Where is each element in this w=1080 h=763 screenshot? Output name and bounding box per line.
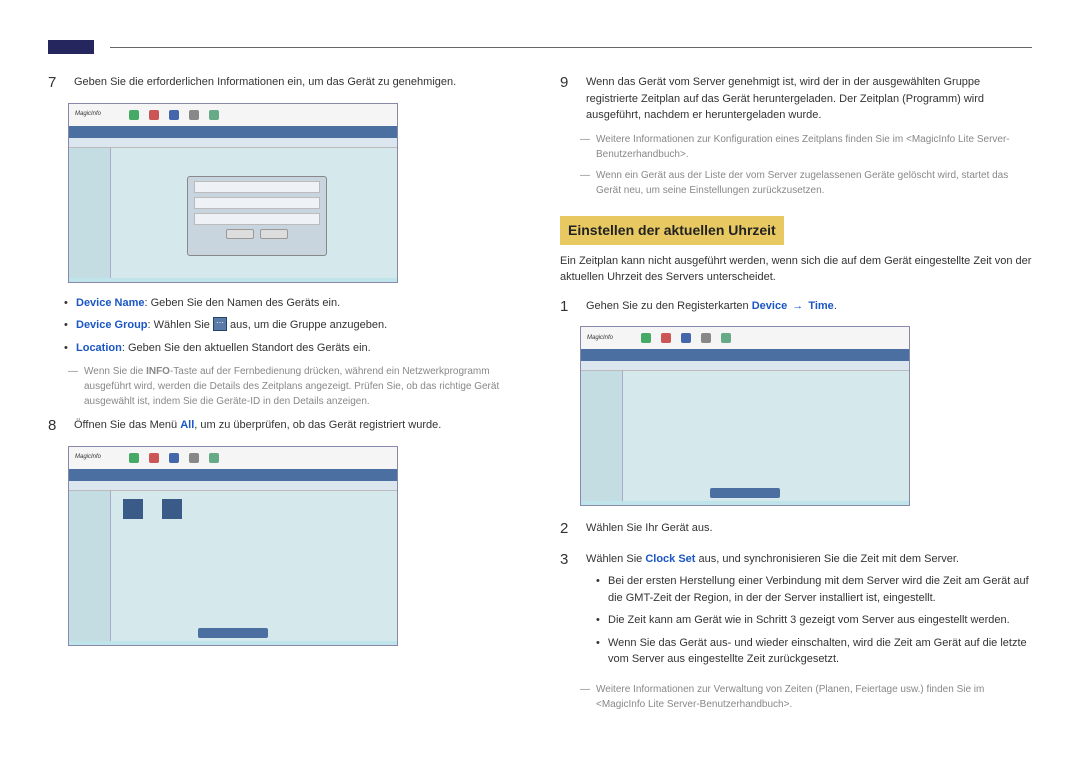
header-rule [110, 47, 1032, 48]
step-number: 1 [560, 296, 574, 319]
dash-icon: ― [580, 132, 590, 162]
section-header-time: Einstellen der aktuellen Uhrzeit [560, 216, 784, 245]
pager [198, 628, 268, 638]
screenshot-time-tab: MagicInfo [580, 326, 910, 506]
device-card [162, 499, 182, 519]
step-text: Wählen Sie Ihr Gerät aus. [586, 518, 1032, 541]
text: Wählen Sie [586, 553, 645, 565]
step-7: 7 Geben Sie die erforderlichen Informati… [48, 72, 520, 95]
step-number: 3 [560, 549, 574, 674]
step-text: Wenn das Gerät vom Server genehmigt ist,… [586, 72, 1032, 124]
label: Device Name [76, 297, 145, 309]
tab-device: Device [752, 300, 787, 312]
right-column: 9 Wenn das Gerät vom Server genehmigt is… [560, 72, 1032, 718]
approve-dialog [187, 176, 327, 256]
note-text: Weitere Informationen zur Verwaltung von… [596, 682, 1032, 712]
text: , um zu überprüfen, ob das Gerät registr… [194, 419, 441, 431]
bullet-device-name: Device Name: Geben Sie den Namen des Ger… [76, 295, 520, 312]
text: . [834, 300, 837, 312]
pager [710, 488, 780, 498]
screenshot-approve-dialog: MagicInfo [68, 103, 398, 283]
key-name: INFO [146, 366, 170, 377]
app-logo: MagicInfo [587, 334, 613, 343]
dash-icon: ― [68, 364, 78, 409]
note-text: Weitere Informationen zur Konfiguration … [596, 132, 1032, 162]
text: : Geben Sie den aktuellen Standort des G… [122, 342, 371, 354]
text: : Geben Sie den Namen des Geräts ein. [145, 297, 341, 309]
step3-bullets: Bei der ersten Herstellung einer Verbind… [586, 573, 1032, 668]
left-column: 7 Geben Sie die erforderlichen Informati… [48, 72, 520, 718]
note-time-management: ― Weitere Informationen zur Verwaltung v… [560, 682, 1032, 712]
brand-mark [48, 40, 94, 54]
step-text: Öffnen Sie das Menü All, um zu überprüfe… [74, 415, 520, 438]
step-8: 8 Öffnen Sie das Menü All, um zu überprü… [48, 415, 520, 438]
step-1: 1 Gehen Sie zu den Registerkarten Device… [560, 296, 1032, 319]
tab-time: Time [808, 300, 833, 312]
text: aus, und synchronisieren Sie die Zeit mi… [695, 553, 959, 565]
step-9: 9 Wenn das Gerät vom Server genehmigt is… [560, 72, 1032, 124]
screenshot-all-devices: MagicInfo [68, 446, 398, 646]
bullet-gmt: Bei der ersten Herstellung einer Verbind… [608, 573, 1032, 606]
arrow-icon: → [787, 300, 808, 312]
bullet-device-group: Device Group: Wählen Sie aus, um die Gru… [76, 317, 520, 334]
step-text: Gehen Sie zu den Registerkarten Device →… [586, 296, 1032, 319]
ellipsis-button-icon [213, 317, 227, 331]
step-text: Geben Sie die erforderlichen Information… [74, 72, 520, 95]
two-column-layout: 7 Geben Sie die erforderlichen Informati… [48, 72, 1032, 718]
label: Location [76, 342, 122, 354]
note-schedule-config: ― Weitere Informationen zur Konfiguratio… [560, 132, 1032, 162]
step-3: 3 Wählen Sie Clock Set aus, und synchron… [560, 549, 1032, 674]
note-text: Wenn Sie die [84, 366, 146, 377]
dash-icon: ― [580, 168, 590, 198]
step-number: 2 [560, 518, 574, 541]
note-device-removed: ― Wenn ein Gerät aus der Liste der vom S… [560, 168, 1032, 198]
section-intro: Ein Zeitplan kann nicht ausgeführt werde… [560, 253, 1032, 286]
note-text: Wenn ein Gerät aus der Liste der vom Ser… [596, 168, 1032, 198]
step-text: Wählen Sie Clock Set aus, und synchronis… [586, 549, 1032, 674]
bullet-power-cycle: Wenn Sie das Gerät aus- und wieder einsc… [608, 635, 1032, 668]
step-2: 2 Wählen Sie Ihr Gerät aus. [560, 518, 1032, 541]
bullet-server-set: Die Zeit kann am Gerät wie in Schritt 3 … [608, 612, 1032, 629]
info-note: ― Wenn Sie die INFO-Taste auf der Fernbe… [48, 364, 520, 409]
step-number: 9 [560, 72, 574, 124]
page-header [48, 40, 1032, 54]
menu-name: All [180, 419, 194, 431]
app-logo: MagicInfo [75, 110, 101, 119]
text: : Wählen Sie [148, 319, 213, 331]
text: Öffnen Sie das Menü [74, 419, 180, 431]
dash-icon: ― [580, 682, 590, 712]
clock-set-label: Clock Set [645, 553, 695, 565]
app-logo: MagicInfo [75, 453, 101, 462]
label: Device Group [76, 319, 148, 331]
step7-bullets: Device Name: Geben Sie den Namen des Ger… [48, 295, 520, 357]
bullet-location: Location: Geben Sie den aktuellen Stando… [76, 340, 520, 357]
step-number: 7 [48, 72, 62, 95]
step-number: 8 [48, 415, 62, 438]
text: aus, um die Gruppe anzugeben. [227, 319, 387, 331]
device-card [123, 499, 143, 519]
text: Gehen Sie zu den Registerkarten [586, 300, 752, 312]
